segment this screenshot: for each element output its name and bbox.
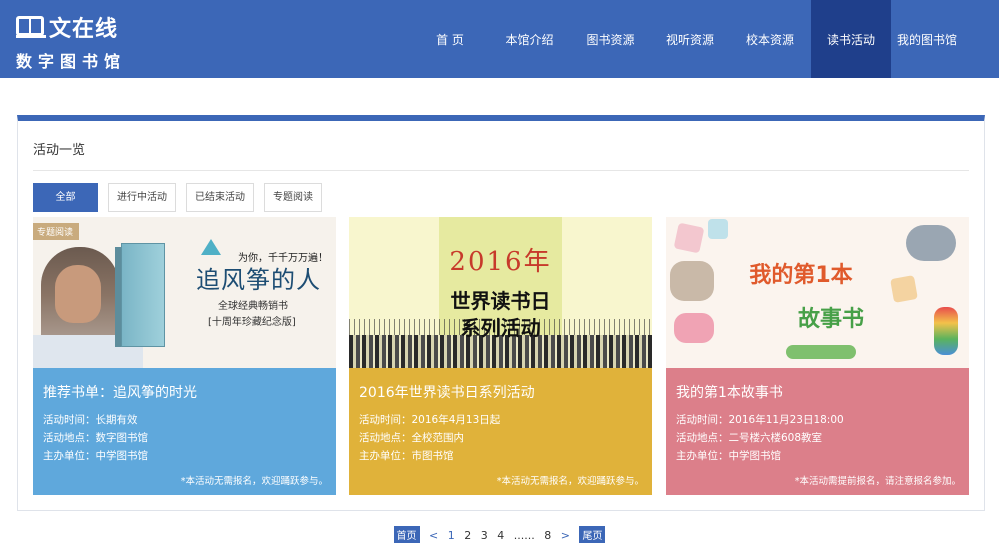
toy-elephant	[906, 225, 956, 261]
nav-books[interactable]: 图书资源	[570, 0, 651, 78]
card-time: 活动时间：2016年4月13日起	[359, 414, 501, 426]
toy-block	[673, 222, 705, 254]
toy-crocodile	[786, 345, 856, 359]
card-host: 主办单位：市图书馆	[359, 450, 454, 462]
page-link-1[interactable]: 1	[448, 529, 455, 542]
card-info: 活动时间：长期有效 活动地点：数字图书馆 主办单位：中学图书馆	[43, 411, 148, 465]
image-text: 世界读书日	[450, 289, 551, 313]
panel-title: 活动一览	[33, 143, 86, 158]
filter-ended-button[interactable]: 已结束活动	[186, 183, 254, 212]
card-note: *本活动无需报名，欢迎踊跃参与。	[180, 476, 328, 487]
site-header: 文在线 数字图书馆 首 页 本馆介绍 图书资源 视听资源 校本资源 读书活动 我…	[0, 0, 999, 78]
card-title[interactable]: 我的第1本故事书	[676, 382, 783, 402]
author-face	[55, 265, 101, 323]
last-page-button[interactable]: 尾页	[579, 526, 606, 543]
divider	[33, 170, 969, 171]
toy-block	[890, 275, 918, 303]
logo-subtitle: 数字图书馆	[16, 52, 127, 71]
filter-bar: 全部 进行中活动 已结束活动 专题阅读	[33, 183, 332, 212]
site-logo[interactable]: 文在线 数字图书馆	[16, 12, 126, 71]
image-text: 追风筝的人	[196, 266, 321, 294]
prev-page-button[interactable]: <	[429, 529, 438, 542]
image-text: 全球经典畅销书	[218, 301, 288, 312]
activity-panel: 活动一览 全部 进行中活动 已结束活动 专题阅读 专题阅读 为你，千千万万遍！ …	[17, 115, 985, 511]
filter-ongoing-button[interactable]: 进行中活动	[108, 183, 176, 212]
image-tag: 专题阅读	[33, 223, 80, 240]
activity-card[interactable]: 2016年 世界读书日 系列活动 2016年世界读书日系列活动 活动时间：201…	[349, 217, 652, 495]
nav-activities[interactable]: 读书活动	[811, 0, 891, 78]
toy-ring-stack	[934, 307, 958, 355]
nav-home[interactable]: 首 页	[411, 0, 489, 78]
nav-school[interactable]: 校本资源	[729, 0, 811, 78]
filter-topic-button[interactable]: 专题阅读	[264, 183, 322, 212]
card-body: 2016年世界读书日系列活动 活动时间：2016年4月13日起 活动地点：全校范…	[349, 368, 652, 495]
activity-image[interactable]: 我的第1本 故事书	[666, 217, 969, 368]
page-link-4[interactable]: 4	[497, 529, 504, 542]
image-text: 2016年	[449, 247, 552, 277]
toy-car	[670, 261, 714, 301]
card-body: 我的第1本故事书 活动时间：2016年11月23日18:00 活动地点：二号楼六…	[666, 368, 969, 495]
card-host: 主办单位：中学图书馆	[676, 450, 781, 462]
page-link-2[interactable]: 2	[464, 529, 471, 542]
card-info: 活动时间：2016年4月13日起 活动地点：全校范围内 主办单位：市图书馆	[359, 411, 500, 465]
card-place: 活动地点：二号楼六楼608教室	[676, 432, 823, 444]
logo-title: 文在线	[49, 17, 119, 42]
image-text: 系列活动	[460, 316, 541, 340]
toy-pig	[674, 313, 714, 343]
image-text: 我的第1本	[749, 263, 853, 288]
page-ellipsis: ......	[513, 529, 535, 542]
main-nav: 首 页 本馆介绍 图书资源 视听资源 校本资源 读书活动 我的图书馆	[411, 0, 963, 78]
card-title[interactable]: 推荐书单：追风筝的时光	[43, 382, 197, 402]
card-place: 活动地点：数字图书馆	[43, 432, 148, 444]
activity-image[interactable]: 2016年 世界读书日 系列活动	[349, 217, 652, 368]
activity-card[interactable]: 专题阅读 为你，千千万万遍！ 追风筝的人 全球经典畅销书 [十周年珍藏纪念版] …	[33, 217, 336, 495]
nav-my-library[interactable]: 我的图书馆	[891, 0, 963, 78]
page-link-3[interactable]: 3	[481, 529, 488, 542]
card-body: 推荐书单：追风筝的时光 活动时间：长期有效 活动地点：数字图书馆 主办单位：中学…	[33, 368, 336, 495]
page-link-8[interactable]: 8	[544, 529, 551, 542]
first-page-button[interactable]: 首页	[393, 526, 420, 543]
activity-card[interactable]: 我的第1本 故事书 我的第1本故事书 活动时间：2016年11月23日18:00…	[666, 217, 969, 495]
card-note: *本活动需提前报名，请注意报名参加。	[794, 476, 961, 487]
card-host: 主办单位：中学图书馆	[43, 450, 148, 462]
card-time: 活动时间：2016年11月23日18:00	[676, 414, 844, 426]
card-info: 活动时间：2016年11月23日18:00 活动地点：二号楼六楼608教室 主办…	[676, 411, 844, 465]
toy-block	[708, 219, 728, 239]
pagination: 首页 < 1 2 3 4 ...... 8 > 尾页	[0, 526, 999, 543]
card-title[interactable]: 2016年世界读书日系列活动	[359, 382, 535, 402]
image-text: [十周年珍藏纪念版]	[208, 317, 296, 328]
filter-all-button[interactable]: 全部	[33, 183, 98, 212]
image-text: 故事书	[797, 307, 864, 332]
kite-icon	[201, 239, 221, 255]
nav-media[interactable]: 视听资源	[651, 0, 729, 78]
next-page-button[interactable]: >	[561, 529, 570, 542]
activity-image[interactable]: 专题阅读 为你，千千万万遍！ 追风筝的人 全球经典畅销书 [十周年珍藏纪念版]	[33, 217, 336, 368]
card-note: *本活动无需报名，欢迎踊跃参与。	[496, 476, 644, 487]
book-cover	[121, 243, 165, 347]
nav-about[interactable]: 本馆介绍	[489, 0, 570, 78]
open-book-icon	[16, 14, 46, 40]
card-place: 活动地点：全校范围内	[359, 432, 464, 444]
card-time: 活动时间：长期有效	[43, 414, 138, 426]
